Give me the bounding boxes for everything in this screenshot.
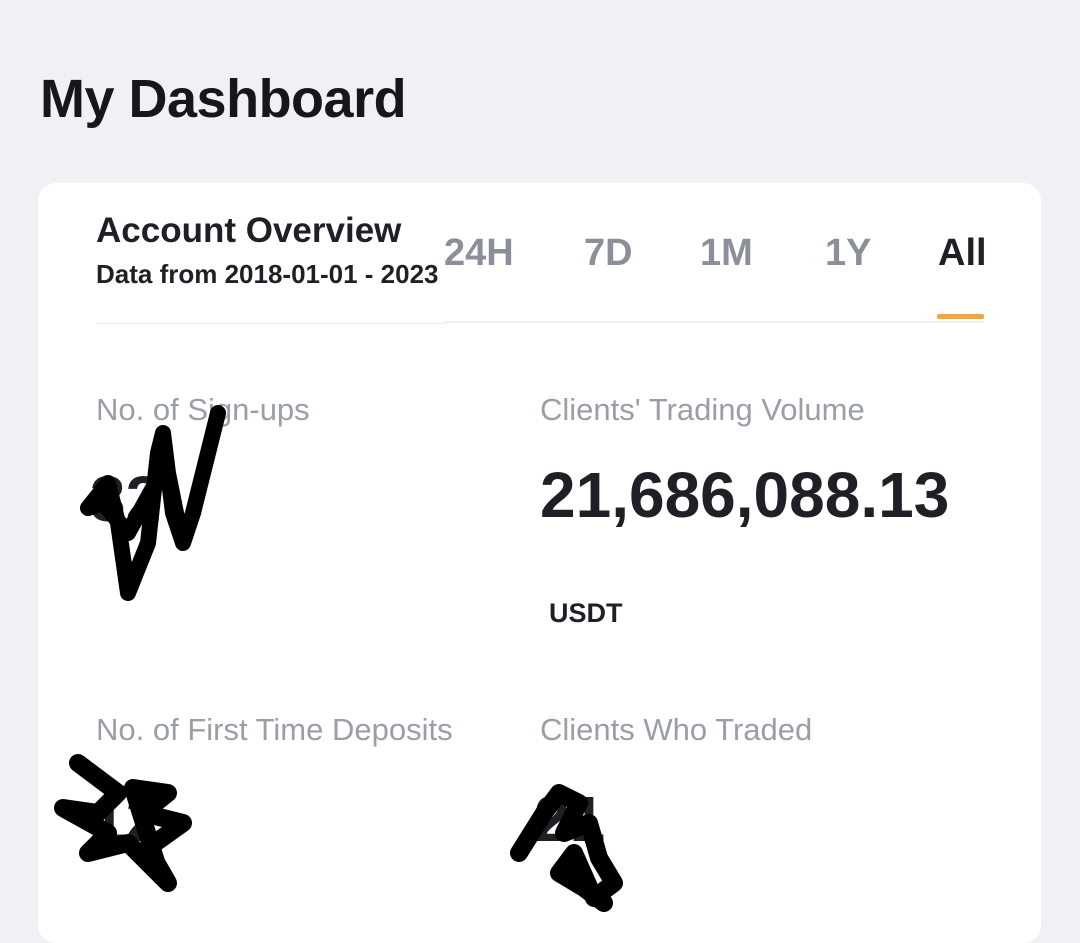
clients-traded-label: Clients Who Traded <box>540 712 813 747</box>
account-overview-card: Account Overview Data from 2018-01-01 - … <box>38 183 1041 943</box>
first-deposits-label: No. of First Time Deposits <box>96 712 453 747</box>
trading-volume-unit: USDT <box>549 598 623 628</box>
tab-all[interactable]: All <box>938 227 987 279</box>
trading-volume-value: 21,686,088.13 <box>540 459 950 531</box>
trading-volume-label: Clients' Trading Volume <box>540 392 865 427</box>
tab-1m[interactable]: 1M <box>700 227 753 279</box>
time-range-tabs: 24H 7D 1M 1Y All <box>444 223 987 323</box>
account-overview-title: Account Overview <box>96 211 402 250</box>
redaction-scribble <box>80 405 226 601</box>
tab-1y[interactable]: 1Y <box>825 227 871 279</box>
redaction-scribble <box>510 784 623 912</box>
active-tab-indicator <box>937 314 984 319</box>
tab-7d[interactable]: 7D <box>584 227 633 279</box>
header-divider <box>96 323 446 324</box>
redaction-scribble <box>54 754 192 892</box>
page-title: My Dashboard <box>40 69 407 129</box>
account-overview-header: Account Overview Data from 2018-01-01 - … <box>96 209 446 293</box>
tab-24h[interactable]: 24H <box>444 227 514 279</box>
date-range-text: Data from 2018-01-01 - 2023 <box>96 259 439 289</box>
